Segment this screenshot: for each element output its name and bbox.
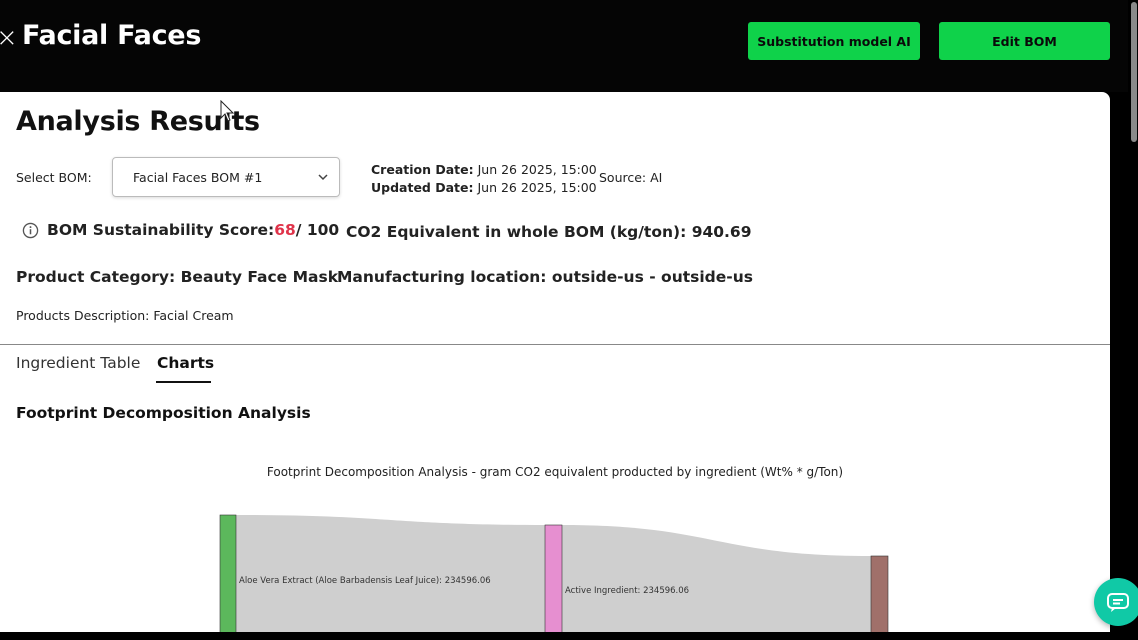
edit-bom-button[interactable]: Edit BOM (939, 22, 1110, 60)
app-title: Facial Faces (22, 20, 202, 51)
analysis-card: Analysis Results Select BOM: Facial Face… (0, 92, 1110, 640)
bom-select[interactable]: Facial Faces BOM #1 (112, 157, 340, 197)
score-value: 68 (274, 221, 296, 239)
bottom-bar (0, 632, 1138, 640)
sankey-chart: Aloe Vera Extract (Aloe Barbadensis Leaf… (219, 514, 889, 640)
sankey-node-0[interactable] (219, 514, 237, 640)
co2-equivalent: CO2 Equivalent in whole BOM (kg/ton): 94… (346, 223, 752, 241)
updated-date-label: Updated Date: (371, 180, 474, 195)
select-bom-label: Select BOM: (16, 170, 92, 185)
chat-bubble-icon (1107, 593, 1129, 612)
manufacturing-location: Manufacturing location: outside-us - out… (337, 268, 753, 286)
top-bar: × Facial Faces Substitution model AI Edi… (0, 0, 1138, 92)
creation-date-label: Creation Date: (371, 162, 474, 177)
tab-charts[interactable]: Charts (157, 354, 214, 372)
sankey-node-1[interactable] (544, 524, 563, 640)
bom-select-value: Facial Faces BOM #1 (133, 169, 263, 185)
scrollbar-thumb[interactable] (1131, 2, 1137, 142)
sankey-node-label-1: Active Ingredient: 234596.06 (565, 586, 689, 596)
section-title: Footprint Decomposition Analysis (16, 404, 311, 422)
tab-ingredient-table[interactable]: Ingredient Table (16, 354, 140, 372)
updated-date-value: Jun 26 2025, 15:00 (473, 180, 597, 195)
sankey-node-label-0: Aloe Vera Extract (Aloe Barbadensis Leaf… (239, 576, 491, 586)
bom-dates: Creation Date: Jun 26 2025, 15:00 Update… (371, 161, 597, 197)
sankey-link-1 (562, 525, 871, 640)
sustainability-score: BOM Sustainability Score: 68 / 100 (22, 221, 339, 239)
chart-title: Footprint Decomposition Analysis - gram … (266, 465, 844, 479)
active-tab-indicator (156, 381, 211, 383)
chevron-down-icon (318, 174, 328, 181)
close-x-icon[interactable]: × (0, 24, 18, 52)
mouse-cursor-icon (220, 100, 235, 122)
sankey-node-2[interactable] (870, 555, 889, 640)
chat-button[interactable] (1094, 578, 1138, 626)
divider (0, 344, 1110, 345)
product-category: Product Category: Beauty Face Mask (16, 268, 339, 286)
source-text: Source: AI (599, 170, 663, 185)
product-description: Products Description: Facial Cream (16, 308, 234, 323)
score-label: BOM Sustainability Score: (47, 221, 275, 239)
creation-date-value: Jun 26 2025, 15:00 (473, 162, 597, 177)
score-max: / 100 (295, 221, 340, 239)
info-icon[interactable] (22, 222, 39, 239)
substitution-model-ai-button[interactable]: Substitution model AI (748, 22, 920, 60)
